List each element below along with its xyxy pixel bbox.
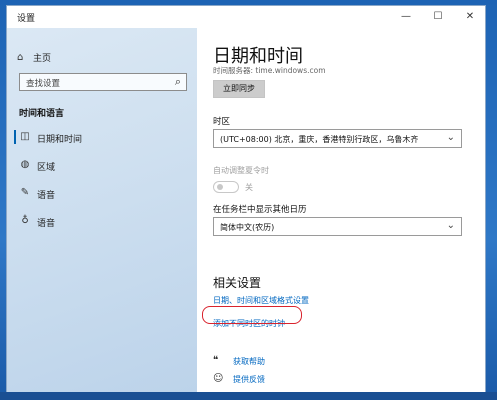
time-server-info: 时间服务器: time.windows.com	[213, 66, 326, 75]
calendar-label: 在任务栏中显示其他日历	[213, 205, 307, 215]
sidebar-home-label: 主页	[33, 53, 52, 64]
taskbar	[0, 392, 497, 400]
sidebar: ⌂ 主页 查找设置 ⌕ 时间和语言 ◫ 日期和时间 ◍ 区域 ✎ 语音 ♁ 语音	[7, 28, 197, 392]
microphone-speech-icon: ✎	[20, 187, 30, 198]
timezone-value: (UTC+08:00) 北京，重庆，香港特别行政区，乌鲁木齐	[220, 135, 419, 144]
get-help-link[interactable]: 获取帮助	[233, 356, 265, 367]
search-placeholder: 查找设置	[26, 79, 61, 89]
feedback-link[interactable]: 提供反馈	[233, 374, 265, 385]
feedback-person-icon: ☺	[213, 373, 224, 384]
settings-window: 设置 — ☐ ✕ ⌂ 主页 查找设置 ⌕ 时间和语言 ◫ 日期和时间 ◍ 区域 …	[7, 6, 485, 392]
related-settings-title: 相关设置	[213, 276, 262, 290]
help-chat-icon: ❝	[213, 355, 219, 366]
microphone-icon: ♁	[21, 215, 29, 226]
region-format-link[interactable]: 日期、时间和区域格式设置	[213, 295, 309, 306]
dst-label: 自动调整夏令时	[213, 166, 269, 175]
dst-toggle-label: 关	[245, 183, 253, 192]
chevron-down-icon: ⌄	[446, 220, 455, 231]
sidebar-item-label: 区域	[37, 163, 56, 173]
window-title: 设置	[17, 14, 36, 24]
sidebar-item-label: 日期和时间	[37, 135, 83, 145]
timezone-label: 时区	[213, 117, 231, 127]
sidebar-section-title: 时间和语言	[19, 109, 65, 119]
globe-icon: ◍	[20, 159, 30, 170]
toggle-knob	[217, 184, 223, 190]
title-bar: 设置 — ☐ ✕	[7, 6, 485, 28]
sidebar-item-voice[interactable]: ♁ 语音	[7, 210, 197, 232]
sidebar-home[interactable]: ⌂ 主页	[17, 50, 51, 64]
sidebar-item-label: 语音	[37, 191, 56, 201]
calendar-clock-icon: ◫	[20, 131, 30, 142]
sidebar-item-label: 语音	[37, 219, 56, 229]
annotation-highlight	[202, 306, 302, 324]
sync-now-button[interactable]: 立即同步	[213, 80, 265, 98]
main-content: 日期和时间 时间服务器: time.windows.com 立即同步 时区 (U…	[197, 28, 485, 392]
sidebar-item-date-time[interactable]: ◫ 日期和时间	[7, 126, 197, 148]
calendar-value: 简体中文(农历)	[220, 223, 275, 232]
timezone-dropdown[interactable]: (UTC+08:00) 北京，重庆，香港特别行政区，乌鲁木齐 ⌄	[213, 129, 462, 148]
search-input[interactable]: 查找设置 ⌕	[19, 73, 187, 91]
search-icon[interactable]: ⌕	[175, 75, 181, 89]
sidebar-item-region[interactable]: ◍ 区域	[7, 154, 197, 176]
close-button[interactable]: ✕	[457, 8, 483, 26]
minimize-button[interactable]: —	[393, 8, 419, 26]
sidebar-item-speech[interactable]: ✎ 语音	[7, 182, 197, 204]
dst-toggle[interactable]	[213, 181, 239, 193]
chevron-down-icon: ⌄	[446, 132, 455, 143]
calendar-dropdown[interactable]: 简体中文(农历) ⌄	[213, 217, 462, 236]
maximize-button[interactable]: ☐	[425, 8, 451, 26]
selected-indicator	[14, 130, 16, 144]
home-icon: ⌂	[17, 51, 24, 63]
